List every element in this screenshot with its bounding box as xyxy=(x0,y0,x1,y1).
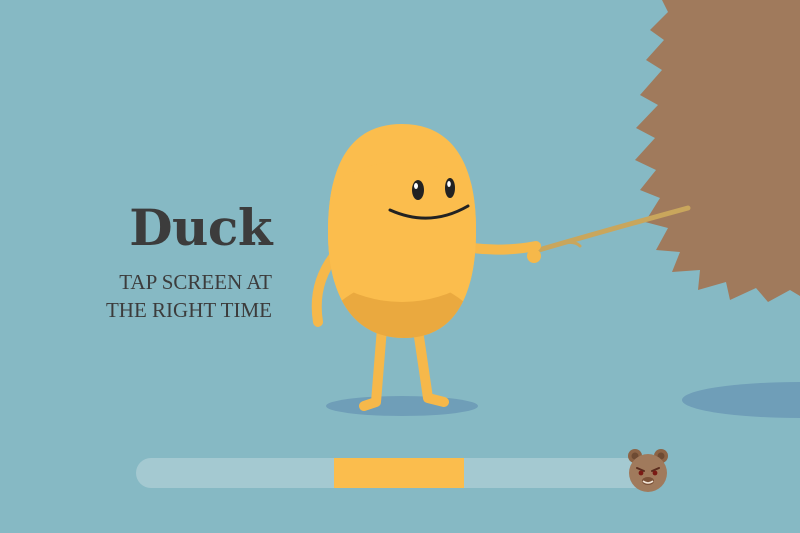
brown-bear-character xyxy=(635,0,800,302)
bean-right-eye xyxy=(445,178,455,198)
bean-shadow xyxy=(326,396,478,416)
bear-face-icon xyxy=(628,449,668,492)
instruction-text: TAP SCREEN AT THE RIGHT TIME xyxy=(12,268,272,324)
instruction-line-2: THE RIGHT TIME xyxy=(105,298,272,322)
bean-right-arm xyxy=(467,241,541,255)
timing-bar xyxy=(136,458,656,488)
bean-hand xyxy=(527,249,541,263)
yellow-bean-character xyxy=(311,124,541,411)
game-scene[interactable] xyxy=(0,0,800,533)
bean-left-eye xyxy=(412,180,424,200)
bear-shadow xyxy=(682,382,800,418)
bean-right-leg xyxy=(413,325,449,407)
instruction-line-1: TAP SCREEN AT xyxy=(119,270,272,294)
timing-target-zone xyxy=(333,458,464,488)
bean-left-leg xyxy=(359,323,387,411)
game-title: Duck xyxy=(129,198,272,257)
